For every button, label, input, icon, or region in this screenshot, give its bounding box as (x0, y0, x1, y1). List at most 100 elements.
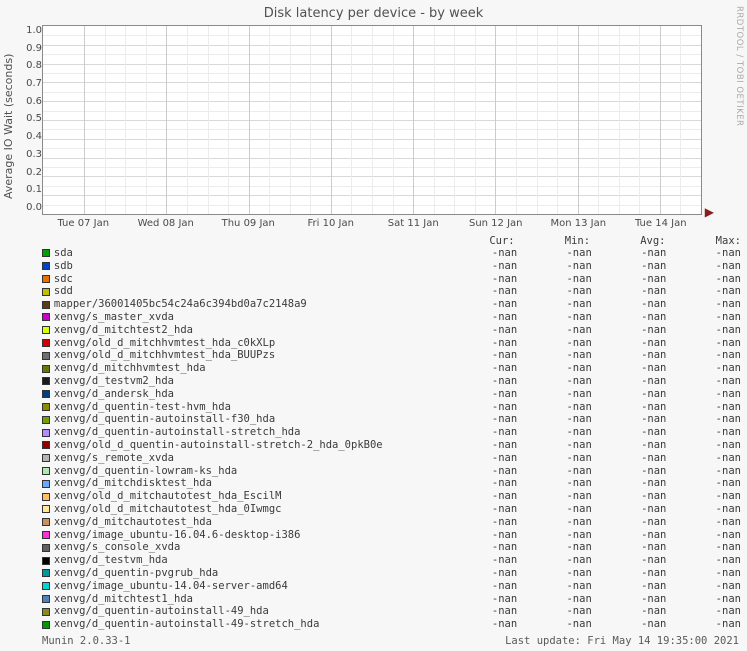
legend-max: -nan (666, 247, 741, 260)
legend-label: xenvg/d_quentin-autoinstall-49-stretch_h… (54, 618, 443, 631)
legend-avg: -nan (592, 580, 667, 593)
legend-min: -nan (517, 541, 592, 554)
legend-avg: -nan (592, 375, 667, 388)
legend-avg: -nan (592, 349, 667, 362)
legend-min: -nan (517, 260, 592, 273)
legend-min: -nan (517, 477, 592, 490)
legend-cur: -nan (443, 388, 518, 401)
legend-row: xenvg/d_quentin-autoinstall-49_hda-nan-n… (42, 605, 741, 618)
legend-avg: -nan (592, 285, 667, 298)
legend-avg: -nan (592, 541, 667, 554)
legend-avg: -nan (592, 477, 667, 490)
legend-max: -nan (666, 273, 741, 286)
legend-min: -nan (517, 362, 592, 375)
legend-min: -nan (517, 529, 592, 542)
legend-max: -nan (666, 541, 741, 554)
legend-swatch (42, 339, 50, 347)
legend-label: xenvg/s_master_xvda (54, 311, 443, 324)
footer: Munin 2.0.33-1 Last update: Fri May 14 1… (42, 635, 739, 647)
legend-max: -nan (666, 452, 741, 465)
y-tick: 0.7 (26, 78, 42, 89)
legend-swatch (42, 531, 50, 539)
legend-row: sdc-nan-nan-nan-nan (42, 273, 741, 286)
legend-min: -nan (517, 605, 592, 618)
legend-label: xenvg/d_mitchautotest_hda (54, 516, 443, 529)
legend-row: xenvg/d_testvm2_hda-nan-nan-nan-nan (42, 375, 741, 388)
legend-cur: -nan (443, 465, 518, 478)
legend-max: -nan (666, 285, 741, 298)
legend-row: xenvg/d_quentin-pvgrub_hda-nan-nan-nan-n… (42, 567, 741, 580)
legend-cur: -nan (443, 426, 518, 439)
legend-avg: -nan (592, 298, 667, 311)
legend-max: -nan (666, 593, 741, 606)
y-tick: 1.0 (26, 25, 42, 36)
legend-row: xenvg/image_ubuntu-14.04-server-amd64-na… (42, 580, 741, 593)
legend-max: -nan (666, 375, 741, 388)
legend-min: -nan (517, 567, 592, 580)
y-tick: 0.2 (26, 167, 42, 178)
legend-row: sdd-nan-nan-nan-nan (42, 285, 741, 298)
legend-swatch (42, 262, 50, 270)
legend-min: -nan (517, 593, 592, 606)
legend-swatch (42, 390, 50, 398)
legend-swatch (42, 569, 50, 577)
legend-min: -nan (517, 247, 592, 260)
x-tick: Thu 09 Jan (207, 218, 290, 229)
legend-label: xenvg/d_mitchdisktest_hda (54, 477, 443, 490)
legend-row: xenvg/d_mitchtest1_hda-nan-nan-nan-nan (42, 593, 741, 606)
legend-label: xenvg/d_quentin-lowram-ks_hda (54, 465, 443, 478)
legend-min: -nan (517, 503, 592, 516)
legend-max: -nan (666, 362, 741, 375)
legend-min: -nan (517, 413, 592, 426)
chart-title: Disk latency per device - by week (0, 6, 747, 21)
legend-max: -nan (666, 529, 741, 542)
legend-label: xenvg/s_console_xvda (54, 541, 443, 554)
legend-avg: -nan (592, 465, 667, 478)
legend-row: xenvg/d_quentin-lowram-ks_hda-nan-nan-na… (42, 465, 741, 478)
legend-avg: -nan (592, 324, 667, 337)
legend-swatch (42, 416, 50, 424)
legend-swatch (42, 377, 50, 385)
legend-max: -nan (666, 401, 741, 414)
y-tick: 0.4 (26, 131, 42, 142)
legend-label: xenvg/d_mitchtest1_hda (54, 593, 443, 606)
legend-avg: -nan (592, 362, 667, 375)
legend-label: xenvg/old_d_mitchautotest_hda_EscilM (54, 490, 443, 503)
legend-label: xenvg/d_testvm_hda (54, 554, 443, 567)
legend-avg: -nan (592, 426, 667, 439)
legend-cur: -nan (443, 554, 518, 567)
legend-avg: -nan (592, 311, 667, 324)
legend-swatch (42, 454, 50, 462)
legend-max: -nan (666, 324, 741, 337)
legend-swatch (42, 608, 50, 616)
chart-body: Average IO Wait (seconds) 1.00.90.80.70.… (0, 23, 747, 229)
legend-swatch (42, 249, 50, 257)
legend-avg: -nan (592, 516, 667, 529)
legend-avg: -nan (592, 605, 667, 618)
legend-avg: -nan (592, 260, 667, 273)
legend-max: -nan (666, 503, 741, 516)
legend-max: -nan (666, 260, 741, 273)
legend-swatch (42, 621, 50, 629)
legend-label: xenvg/d_quentin-autoinstall-f30_hda (54, 413, 443, 426)
legend-label: xenvg/d_quentin-autoinstall-stretch_hda (54, 426, 443, 439)
legend-row: mapper/36001405bc54c24a6c394bd0a7c2148a9… (42, 298, 741, 311)
legend-row: xenvg/old_d_quentin-autoinstall-stretch-… (42, 439, 741, 452)
x-tick: Sun 12 Jan (455, 218, 538, 229)
plot-area: ▶ (42, 25, 702, 215)
legend-row: xenvg/d_andersk_hda-nan-nan-nan-nan (42, 388, 741, 401)
legend-label: sda (54, 247, 443, 260)
legend-max: -nan (666, 618, 741, 631)
legend-swatch (42, 301, 50, 309)
y-tick: 0.6 (26, 96, 42, 107)
legend-max: -nan (666, 477, 741, 490)
legend-min: -nan (517, 580, 592, 593)
legend-swatch (42, 365, 50, 373)
legend-row: xenvg/d_quentin-autoinstall-stretch_hda-… (42, 426, 741, 439)
y-tick: 0.0 (26, 202, 42, 213)
legend-min: -nan (517, 349, 592, 362)
legend-row: xenvg/d_mitchhvmtest_hda-nan-nan-nan-nan (42, 362, 741, 375)
legend-cur: -nan (443, 311, 518, 324)
legend-row: xenvg/s_remote_xvda-nan-nan-nan-nan (42, 452, 741, 465)
legend-label: xenvg/old_d_quentin-autoinstall-stretch-… (54, 439, 443, 452)
